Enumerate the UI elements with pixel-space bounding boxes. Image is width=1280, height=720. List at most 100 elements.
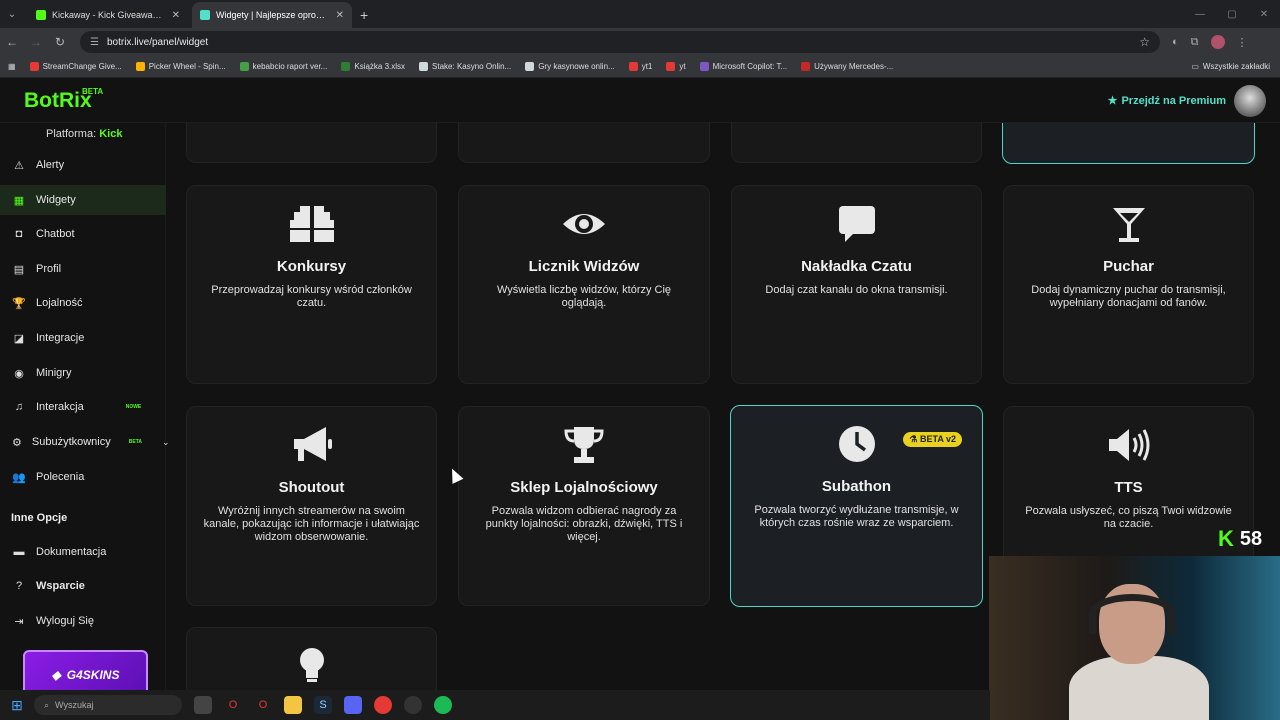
url-field[interactable]: ☰ botrix.live/panel/widget ☆ xyxy=(80,31,1160,53)
flask-icon: ⚗ xyxy=(909,434,920,444)
bookmark-item[interactable]: Używany Mercedes-... xyxy=(801,62,893,71)
sidebar-item-label: Widgety xyxy=(36,194,76,206)
promo-label: G4SKINS xyxy=(66,668,120,682)
sidebar-item-alerty[interactable]: ⚠ Alerty xyxy=(0,150,166,180)
user-avatar[interactable] xyxy=(1234,85,1266,117)
sidebar-item-polecenia[interactable]: 👥 Polecenia xyxy=(0,462,166,492)
logo-beta-tag: BETA xyxy=(82,87,104,96)
new-tab-button[interactable]: + xyxy=(360,2,368,28)
taskbar-search-input[interactable]: ⌕ Wyszukaj xyxy=(34,695,182,715)
widget-card-partial[interactable] xyxy=(1002,123,1255,164)
site-info-icon[interactable]: ☰ xyxy=(90,37,99,48)
windows-start-icon[interactable]: ⊞ xyxy=(0,690,34,720)
widget-card-nakladka-czatu[interactable]: Nakładka Czatu Dodaj czat kanału do okna… xyxy=(731,185,982,384)
widget-description: Dodaj czat kanału do okna transmisji. xyxy=(765,284,948,296)
music-icon: ♫ xyxy=(14,401,24,413)
tab-widgety[interactable]: Widgety | Najlepsze oprogramo ✕ xyxy=(192,2,352,28)
sidebar-item-minigry[interactable]: ◉ Minigry xyxy=(0,358,166,388)
tab-kickaway[interactable]: Kickaway - Kick Giveaway Tool ✕ xyxy=(28,2,188,28)
widget-card-partial[interactable] xyxy=(186,627,437,690)
file-explorer-icon[interactable] xyxy=(284,696,302,714)
widget-title: Puchar xyxy=(1103,258,1154,275)
sidebar-item-dokumentacja[interactable]: ▬ Dokumentacja xyxy=(0,537,166,567)
widget-card-konkursy[interactable]: Konkursy Przeprowadzaj konkursy wśród cz… xyxy=(186,185,437,384)
widget-card-puchar[interactable]: Puchar Dodaj dynamiczny puchar do transm… xyxy=(1003,185,1254,384)
bookmark-item[interactable]: Gry kasynowe onlin... xyxy=(525,62,615,71)
bookmark-label: StreamChange Give... xyxy=(42,62,122,71)
promo-logo-icon: ◆ xyxy=(51,668,61,682)
steam-icon[interactable]: S xyxy=(314,696,332,714)
platform-value: Kick xyxy=(99,128,123,140)
menu-dots-icon[interactable]: ⋮ xyxy=(1237,36,1248,49)
sidebar-item-label: Polecenia xyxy=(36,471,85,483)
sidebar-item-widgety[interactable]: ▦ Widgety xyxy=(0,185,166,215)
widget-card-licznik-widzow[interactable]: Licznik Widzów Wyświetla liczbę widzów, … xyxy=(458,185,710,384)
tab-search-button[interactable]: ⌄ xyxy=(0,0,24,28)
widget-card-partial[interactable] xyxy=(458,123,710,163)
app-icon[interactable] xyxy=(404,696,422,714)
minimize-icon[interactable]: — xyxy=(1184,0,1216,28)
widget-card-sklep-lojalnosciowy[interactable]: Sklep Lojalnościowy Pozwala widzom odbie… xyxy=(458,406,710,606)
forward-icon[interactable]: → xyxy=(24,30,48,54)
chrome-icon[interactable] xyxy=(374,696,392,714)
bookmark-item[interactable]: Stake: Kasyno Onlin... xyxy=(419,62,511,71)
premium-button[interactable]: ★ Przejdź na Premium xyxy=(1108,94,1226,108)
sidebar-item-wsparcie[interactable]: ? Wsparcie xyxy=(0,571,166,601)
bookmark-item[interactable]: Książka 3.xlsx xyxy=(341,62,405,71)
spotify-icon[interactable] xyxy=(434,696,452,714)
puzzle-icon[interactable]: ⧉ xyxy=(1191,36,1199,49)
sidebar-item-subuzytkownicy[interactable]: ⚙ Subużytkownicy BETA ⌄ xyxy=(0,427,170,457)
trophy-icon xyxy=(459,425,709,465)
maximize-icon[interactable]: ▢ xyxy=(1216,0,1248,28)
bookmark-item[interactable]: StreamChange Give... xyxy=(29,62,122,71)
task-view-icon[interactable] xyxy=(194,696,212,714)
search-icon: ⌕ xyxy=(44,699,50,710)
kick-favicon-icon xyxy=(36,10,46,20)
bookmark-star-icon[interactable]: ☆ xyxy=(1139,35,1150,49)
bookmark-item[interactable]: Picker Wheel - Spin... xyxy=(135,62,226,71)
opera-gx-icon[interactable]: O xyxy=(254,696,272,714)
discord-icon[interactable] xyxy=(344,696,362,714)
botrix-logo[interactable]: BotRix BETA xyxy=(24,87,103,113)
browser-tab-bar: ⌄ Kickaway - Kick Giveaway Tool ✕ Widget… xyxy=(0,0,1280,28)
bookmark-item[interactable]: yt xyxy=(666,62,686,71)
kick-viewer-counter: K 58 xyxy=(1218,526,1280,552)
bookmark-label: Gry kasynowe onlin... xyxy=(538,62,615,71)
sidebar-item-profil[interactable]: ▤ Profil xyxy=(0,254,166,284)
sidebar-item-chatbot[interactable]: ◘ Chatbot xyxy=(0,219,166,249)
kick-logo-icon: K xyxy=(1218,526,1234,551)
bookmark-item[interactable]: Microsoft Copilot: T... xyxy=(699,62,787,71)
reload-icon[interactable]: ↻ xyxy=(48,30,72,54)
bookmark-item[interactable]: kebabcio raport ver... xyxy=(239,62,327,71)
close-icon[interactable]: ✕ xyxy=(336,10,344,21)
all-bookmarks-button[interactable]: ▭ Wszystkie zakładki xyxy=(1191,62,1270,71)
sidebar-item-label: Chatbot xyxy=(36,228,75,240)
widget-card-partial[interactable] xyxy=(731,123,982,163)
close-window-icon[interactable]: ✕ xyxy=(1248,0,1280,28)
extensions-area: ◐ ⧉ ⋮ xyxy=(1172,35,1248,49)
widgets-icon: ▦ xyxy=(13,194,25,207)
widget-description: Wyróżnij innych streamerów na swoim kana… xyxy=(203,505,420,543)
sidebar-item-interakcja[interactable]: ♫ Interakcja NOWE xyxy=(0,392,166,422)
profile-avatar[interactable] xyxy=(1210,35,1225,49)
widget-description: Pozwala usłyszeć, co piszą Twoi widzowie… xyxy=(1025,505,1232,530)
widget-card-partial[interactable] xyxy=(186,123,437,163)
bookmark-item[interactable]: yt1 xyxy=(628,62,652,71)
sidebar-item-lojalnosc[interactable]: 🏆 Lojalność xyxy=(0,288,166,318)
sidebar-item-wyloguj[interactable]: ⇥ Wyloguj Się xyxy=(0,606,166,636)
widget-description: Wyświetla liczbę widzów, którzy Cię oglą… xyxy=(496,284,672,309)
back-icon[interactable]: ← xyxy=(0,30,24,54)
apps-icon[interactable]: ▦ xyxy=(8,62,16,71)
premium-label: Przejdź na Premium xyxy=(1121,94,1226,107)
extension-icon[interactable]: ◐ xyxy=(1172,36,1179,48)
close-icon[interactable]: ✕ xyxy=(172,10,180,21)
widget-card-subathon[interactable]: ⚗ BETA v2 Subathon Pozwala tworzyć wydłu… xyxy=(730,405,983,607)
folder-icon: ▭ xyxy=(1191,62,1199,71)
widget-description: Pozwala widzom odbierać nagrody za punkt… xyxy=(485,505,683,543)
widget-title: TTS xyxy=(1114,479,1143,496)
widget-card-shoutout[interactable]: Shoutout Wyróżnij innych streamerów na s… xyxy=(186,406,437,606)
opera-icon[interactable]: O xyxy=(224,696,242,714)
sidebar-item-label: Wyloguj Się xyxy=(36,615,94,627)
sidebar-item-integracje[interactable]: ◪ Integracje xyxy=(0,323,166,353)
webcam-person-body xyxy=(1069,656,1209,720)
